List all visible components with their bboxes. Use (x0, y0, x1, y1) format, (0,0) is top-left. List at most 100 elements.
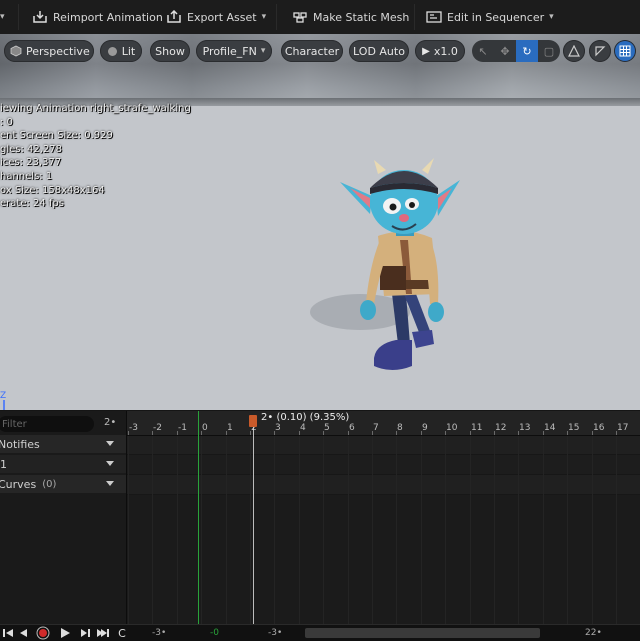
overlay-line: : 0 (0, 116, 13, 128)
timeline-grid-line (494, 435, 495, 624)
ruler-tick-mark (470, 431, 471, 435)
overlay-line: ent Screen Size: 0.929 (0, 130, 113, 142)
track-1-label: 1 (0, 457, 7, 471)
view-range-scrollbar[interactable] (305, 628, 540, 638)
timeline-grid-line (616, 435, 617, 624)
surface-snap-button[interactable] (589, 40, 611, 62)
edit-in-sequencer-button[interactable]: Edit in Sequencer ▾ (426, 6, 554, 28)
ruler-tick-label: 15 (568, 423, 580, 433)
rotate-tool-icon[interactable]: ↻ (516, 40, 538, 62)
notifies-label: Notifies (0, 437, 40, 451)
ruler-tick-mark (299, 431, 300, 435)
play-button[interactable] (58, 627, 72, 639)
ruler-tick-label: 17 (617, 423, 629, 433)
lod-dropdown[interactable]: LOD Auto (349, 40, 409, 62)
ruler-tick-mark (201, 431, 202, 435)
skip-end-icon (97, 629, 109, 637)
profile-label: Profile_FN (202, 44, 257, 58)
playhead-line[interactable] (253, 417, 254, 624)
transform-tools-group: ↖ ✥ ↻ ▢ (472, 40, 560, 62)
reimport-animation-button[interactable]: Reimport Animation (32, 6, 163, 28)
skip-start-icon (3, 629, 13, 637)
chevron-down-icon: ▾ (0, 12, 5, 22)
toolbar-overflow-chevron[interactable]: ▾ (0, 6, 5, 28)
character-menu-button[interactable]: Character (281, 40, 343, 62)
export-icon (167, 10, 181, 23)
viewport-stats-overlay: iewing Animation right_strafe_walking : … (0, 102, 191, 211)
ruler-tick-label: 11 (471, 423, 483, 433)
show-flags-button[interactable]: Show (150, 40, 190, 62)
axis-gizmo: Z X (0, 391, 6, 410)
ruler-tick-label: 7 (373, 423, 379, 433)
preview-profile-dropdown[interactable]: Profile_FN ▾ (196, 40, 272, 62)
ruler-tick-label: 5 (324, 423, 330, 433)
reimport-animation-label: Reimport Animation (53, 10, 163, 24)
track-curves[interactable]: Curves (0) (0, 474, 126, 493)
scale-tool-icon[interactable]: ▢ (538, 40, 560, 62)
viewport-options-button[interactable]: Perspective (4, 40, 94, 62)
step-forward-button[interactable] (78, 627, 92, 639)
chevron-down-icon: ▾ (261, 12, 267, 22)
loop-button[interactable]: C (116, 626, 128, 640)
chevron-down-icon[interactable] (106, 461, 114, 466)
camera-speed-icon (568, 45, 580, 57)
view-mode-lit-button[interactable]: Lit (100, 40, 142, 62)
timeline-grid-line (470, 435, 471, 624)
ruler-tick-mark (226, 431, 227, 435)
ruler-tick-label: 14 (544, 423, 556, 433)
timeline-grid-line (592, 435, 593, 624)
timeline-grid-line (567, 435, 568, 624)
grid-snap-button[interactable] (614, 40, 636, 62)
loop-label: C (118, 626, 126, 640)
ruler-tick-mark (396, 431, 397, 435)
track-notifies[interactable]: Notifies (0, 434, 126, 453)
view-range-mid: -3• (268, 628, 283, 638)
ruler-tick-mark (616, 431, 617, 435)
make-static-mesh-button[interactable]: Make Static Mesh (292, 6, 409, 28)
record-button[interactable] (35, 626, 51, 640)
ruler-tick-mark (372, 431, 373, 435)
chevron-down-icon: ▾ (549, 12, 554, 22)
asset-toolbar: ▾ Reimport Animation Export Asset ▾ Make… (0, 0, 640, 35)
export-asset-button[interactable]: Export Asset ▾ (166, 6, 266, 28)
speed-label: x1.0 (433, 44, 458, 58)
filter-row: Filter 2• (0, 414, 126, 434)
step-back-icon (20, 629, 27, 637)
edit-in-sequencer-label: Edit in Sequencer (447, 10, 545, 24)
view-range-zero: -0 (210, 628, 219, 638)
export-asset-label: Export Asset (187, 10, 257, 24)
ruler-tick-label: 3 (275, 423, 281, 433)
camera-speed-button[interactable] (563, 40, 585, 62)
ruler-tick-label: 10 (446, 423, 458, 433)
character-preview (310, 158, 460, 370)
add-track-count[interactable]: 2• (104, 417, 116, 428)
select-tool-icon[interactable]: ↖ (472, 40, 494, 62)
make-static-mesh-label: Make Static Mesh (313, 10, 410, 24)
timeline-panel[interactable]: -3-2-101234567891011121314151617 2• (0.1… (127, 411, 640, 624)
animation-viewport[interactable]: Perspective Lit Show Profile_FN ▾ Charac… (0, 34, 640, 410)
filter-input[interactable]: Filter (0, 416, 94, 432)
overlay-line: ox Size: 158x48x164 (0, 184, 105, 196)
ruler-tick-mark (348, 431, 349, 435)
go-to-start-button[interactable] (2, 627, 14, 639)
time-ruler[interactable]: -3-2-101234567891011121314151617 (127, 411, 640, 436)
timeline-grid-line (372, 435, 373, 624)
track-list-panel: Filter 2• Notifies 1 Curves (0) (0, 411, 127, 640)
timeline-grid-line (128, 435, 129, 624)
track-notify-1[interactable]: 1 (0, 454, 126, 473)
step-back-button[interactable] (17, 627, 29, 639)
chevron-down-icon[interactable] (106, 441, 114, 446)
ruler-tick-mark (543, 431, 544, 435)
ruler-tick-mark (592, 431, 593, 435)
chevron-down-icon[interactable] (106, 481, 114, 486)
translate-tool-icon[interactable]: ✥ (494, 40, 516, 62)
timeline-grid-line (177, 435, 178, 624)
playhead-handle[interactable] (249, 415, 257, 427)
go-to-end-button[interactable] (96, 627, 110, 639)
play-icon (61, 628, 70, 638)
lod-label: LOD Auto (353, 44, 405, 58)
timeline-grid-line (274, 435, 275, 624)
toolbar-divider (414, 4, 415, 30)
character-label: Character (284, 44, 340, 58)
playback-speed-button[interactable]: ▶ x1.0 (415, 40, 465, 62)
